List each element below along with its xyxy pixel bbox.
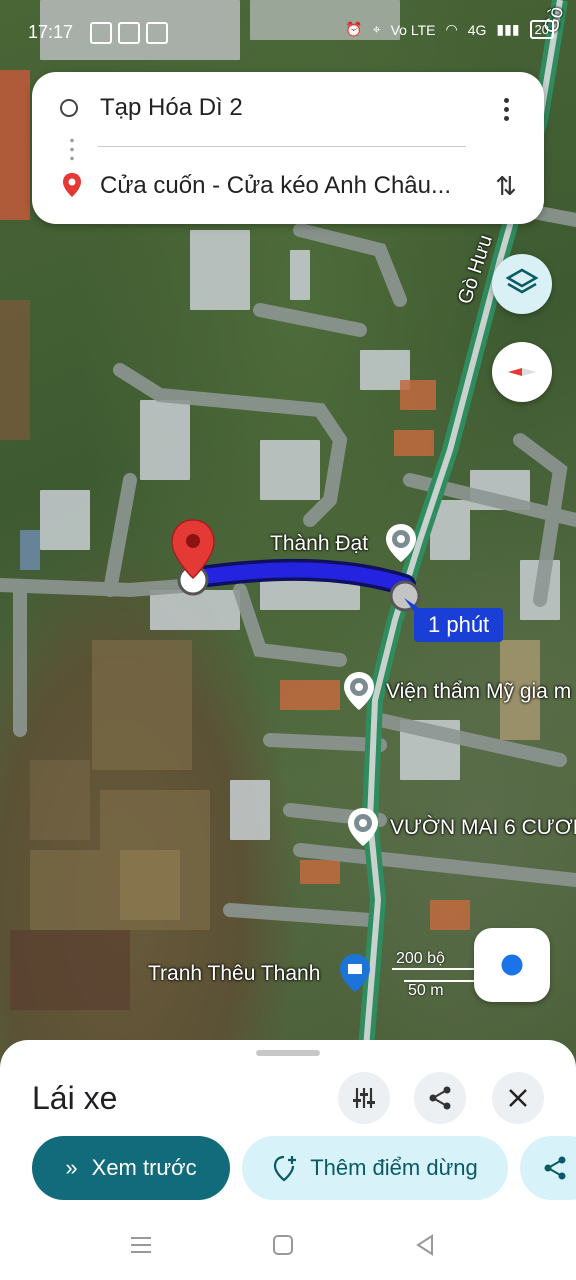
options-button[interactable] [338,1072,390,1124]
battery-level: 20 [529,20,554,39]
travel-mode-title: Lái xe [32,1080,118,1116]
place-marker-icon[interactable] [346,806,380,848]
network-type: 4G [467,21,487,38]
layers-icon [505,268,539,294]
notification-icon [90,22,112,44]
share-route-button[interactable] [520,1136,576,1200]
add-location-icon [274,1155,297,1182]
share-icon [544,1156,566,1180]
recent-apps-icon[interactable] [130,1234,152,1256]
swap-directions-icon[interactable]: ⇅ [488,168,524,204]
preview-label: Xem trước [91,1155,197,1180]
destination-pin-icon[interactable] [170,518,216,582]
close-button[interactable] [492,1072,544,1124]
notification-icons [90,22,168,44]
share-icon [429,1086,451,1110]
signal-icon: ▮▮▮ [496,21,520,37]
share-button[interactable] [414,1072,466,1124]
more-options-icon[interactable] [494,96,518,124]
destination-pin-icon [63,173,81,197]
destination-field[interactable]: Cửa cuốn - Cửa kéo Anh Châu... [100,172,480,200]
place-marker-icon[interactable] [384,522,418,564]
origin-circle-icon [60,99,78,117]
drag-handle[interactable] [256,1050,320,1056]
divider [98,146,466,147]
double-chevron-icon: » [65,1155,78,1180]
eta-badge[interactable]: 1 phút [414,608,504,642]
layers-button[interactable] [492,254,552,314]
compass-button[interactable] [492,342,552,402]
route-dots [70,136,74,164]
shop-marker-icon[interactable] [338,952,372,994]
place-label[interactable]: Viện thẩm Mỹ gia m [386,680,571,704]
origin-field[interactable]: Tạp Hóa Dì 2 [100,94,243,122]
tune-icon [353,1088,375,1108]
alarm-icon: ⏰ [345,21,363,37]
volte-indicator: Vo LTE [390,21,436,38]
status-bar: 17:17 ⏰ ⌖ Vo LTE ◠ 4G ▮▮▮ 20 [0,0,576,64]
notification-icon [118,22,140,44]
location-icon: ⌖ [372,21,381,37]
status-time: 17:17 [28,22,74,42]
notification-icon [146,22,168,44]
add-stop-button[interactable]: Thêm điểm dừng [242,1136,508,1200]
system-nav-bar [0,1216,576,1280]
place-marker-icon[interactable] [342,670,376,712]
back-icon[interactable] [414,1234,436,1256]
place-label[interactable]: Thành Đạt [270,532,368,556]
home-icon[interactable] [272,1234,294,1256]
wifi-icon: ◠ [445,21,458,37]
place-label[interactable]: Tranh Thêu Thanh [148,962,320,986]
preview-button[interactable]: » Xem trước [32,1136,230,1200]
route-card: Tạp Hóa Dì 2 Cửa cuốn - Cửa kéo Anh Châu… [32,72,544,224]
my-location-button[interactable] [474,928,550,1002]
location-dot-icon [498,951,526,979]
compass-icon [508,368,536,376]
place-label[interactable]: VƯỜN MAI 6 CƯƠN [390,816,576,840]
add-stop-label: Thêm điểm dừng [310,1155,478,1180]
close-icon [509,1089,527,1107]
